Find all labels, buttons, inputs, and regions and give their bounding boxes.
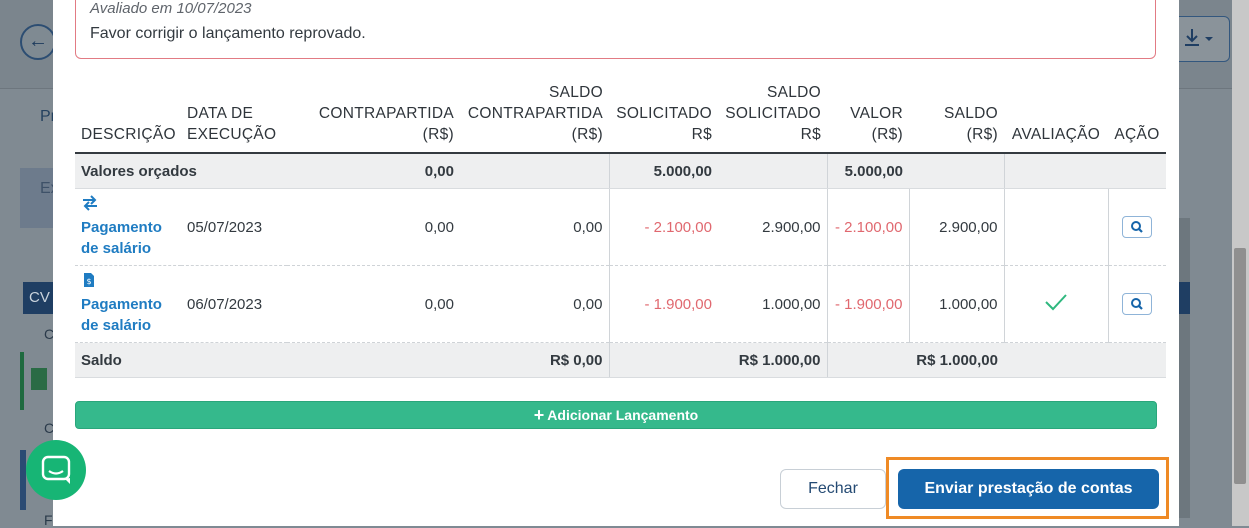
close-button[interactable]: Fechar bbox=[780, 469, 886, 509]
item-solicitado: - 1.900,00 bbox=[608, 265, 718, 343]
background-indicator bbox=[20, 352, 24, 410]
item-link[interactable]: Pagamento de salário bbox=[81, 217, 175, 259]
add-entry-label: Adicionar Lançamento bbox=[547, 407, 699, 423]
item-saldo-contrapartida: 0,00 bbox=[460, 188, 609, 266]
item-valor: - 1.900,00 bbox=[826, 265, 909, 343]
item-saldo: 2.900,00 bbox=[908, 188, 1004, 266]
item-evaluation bbox=[1003, 265, 1108, 343]
header-avaliacao: AVALIAÇÃO bbox=[1004, 82, 1108, 154]
budget-solicitado: 5.000,00 bbox=[608, 153, 718, 189]
table-row: Pagamento de salário 05/07/2023 0,00 0,00… bbox=[75, 188, 1166, 266]
header-contrapartida: CONTRAPARTIDA (R$) bbox=[287, 82, 460, 154]
chat-launcher-button[interactable] bbox=[26, 440, 86, 500]
item-saldo-contrapartida: 0,00 bbox=[460, 265, 609, 343]
item-saldo-solicitado: 2.900,00 bbox=[718, 188, 827, 266]
add-entry-button[interactable]: + Adicionar Lançamento bbox=[75, 401, 1157, 429]
header-saldo: SALDO (R$) bbox=[909, 82, 1004, 154]
item-action bbox=[1107, 188, 1166, 266]
scrollbar-thumb[interactable] bbox=[1234, 248, 1246, 484]
item-description: $ Pagamento de salário bbox=[75, 265, 181, 343]
budget-label: Valores orçados bbox=[75, 153, 287, 189]
header-valor: VALOR (R$) bbox=[827, 82, 909, 154]
approved-check-icon bbox=[1045, 294, 1067, 311]
item-action bbox=[1107, 265, 1166, 343]
back-button: ← bbox=[20, 24, 56, 60]
header-acao: AÇÃO bbox=[1108, 82, 1166, 154]
view-button[interactable] bbox=[1122, 293, 1153, 315]
header-data-execucao: DATA DE EXECUÇÃO bbox=[181, 82, 287, 154]
item-contrapartida: 0,00 bbox=[287, 188, 460, 266]
item-description: Pagamento de salário bbox=[75, 188, 181, 266]
header-saldo-contrapartida: SALDO CONTRAPARTIDA (R$) bbox=[460, 82, 609, 154]
item-contrapartida: 0,00 bbox=[287, 265, 460, 343]
evaluation-date: Avaliado em 10/07/2023 bbox=[90, 0, 252, 17]
header-solicitado: SOLICITADO R$ bbox=[609, 82, 718, 154]
invoice-icon: $ bbox=[81, 272, 175, 292]
budget-valor: 5.000,00 bbox=[826, 153, 909, 189]
expenses-table: DESCRIÇÃO DATA DE EXECUÇÃO CONTRAPARTIDA(… bbox=[75, 82, 1166, 378]
item-saldo-solicitado: 1.000,00 bbox=[718, 265, 827, 343]
item-valor: - 2.100,00 bbox=[826, 188, 909, 266]
transfer-icon bbox=[81, 195, 175, 215]
download-dropdown-button bbox=[1170, 16, 1230, 62]
item-date: 06/07/2023 bbox=[181, 265, 287, 343]
header-saldo-solicitado: SALDO SOLICITADO R$ bbox=[718, 82, 827, 154]
item-solicitado: - 2.100,00 bbox=[608, 188, 718, 266]
item-link[interactable]: Pagamento de salário bbox=[81, 294, 175, 336]
table-header-row: DESCRIÇÃO DATA DE EXECUÇÃO CONTRAPARTIDA(… bbox=[75, 82, 1166, 154]
saldo-contrapartida: R$ 0,00 bbox=[287, 342, 609, 378]
saldo-label: Saldo bbox=[75, 342, 287, 378]
view-button[interactable] bbox=[1122, 216, 1153, 238]
plus-icon: + bbox=[533, 405, 545, 425]
receipt-icon bbox=[31, 368, 47, 390]
download-icon bbox=[1185, 29, 1213, 46]
table-row: $ Pagamento de salário 06/07/2023 0,00 0,… bbox=[75, 265, 1166, 343]
saldo-solicitado: R$ 1.000,00 bbox=[608, 342, 827, 378]
svg-text:$: $ bbox=[86, 277, 91, 286]
item-saldo: 1.000,00 bbox=[908, 265, 1004, 343]
evaluation-message: Favor corrigir o lançamento reprovado. bbox=[90, 25, 366, 42]
chat-icon bbox=[41, 455, 71, 484]
search-icon bbox=[1131, 221, 1144, 233]
search-icon bbox=[1131, 298, 1144, 310]
submit-accountability-button[interactable]: Enviar prestação de contas bbox=[898, 469, 1159, 509]
saldo-row: Saldo R$ 0,00 R$ 1.000,00 R$ 1.000,00 bbox=[75, 342, 1166, 378]
header-descricao: DESCRIÇÃO bbox=[75, 82, 181, 154]
evaluation-alert: Avaliado em 10/07/2023 Favor corrigir o … bbox=[75, 0, 1156, 59]
budget-contrapartida: 0,00 bbox=[287, 153, 460, 189]
budget-row: Valores orçados 0,00 5.000,00 5.000,00 bbox=[75, 153, 1166, 189]
saldo-valor: R$ 1.000,00 bbox=[826, 342, 1004, 378]
item-date: 05/07/2023 bbox=[181, 188, 287, 266]
item-evaluation bbox=[1003, 188, 1108, 266]
